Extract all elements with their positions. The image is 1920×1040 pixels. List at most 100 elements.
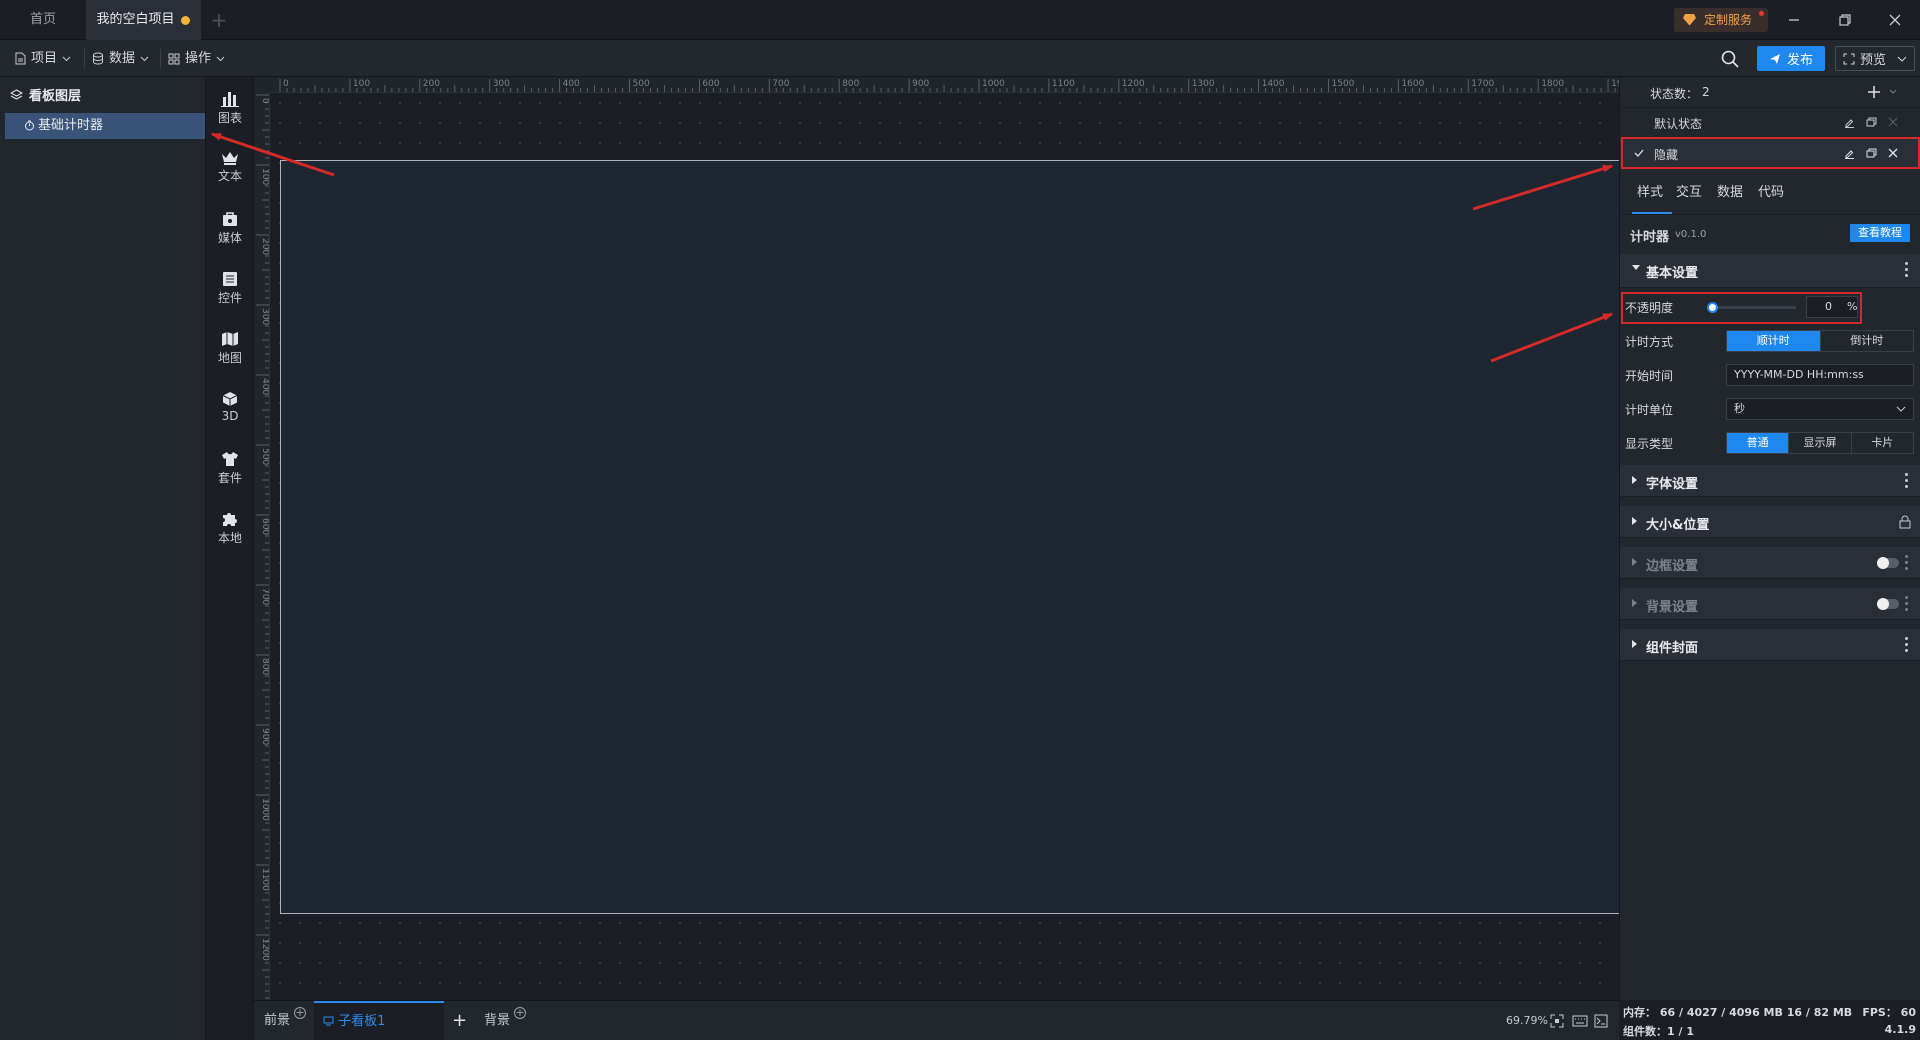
section-border-settings[interactable]: 边框设置 <box>1620 547 1920 579</box>
ruler-label: 1000 <box>982 79 1005 89</box>
add-tab-button[interactable]: + <box>208 0 230 40</box>
more-icon[interactable] <box>1905 473 1909 491</box>
app-version: 4.1.9 <box>1884 1023 1916 1036</box>
fit-screen-icon[interactable] <box>1550 1014 1564 1028</box>
bottom-bar: 前景 + 子看板1 + 背景 + 69.79% <box>254 1000 1619 1040</box>
timing-mode-countdown[interactable]: 倒计时 <box>1821 331 1914 351</box>
minimize-icon[interactable] <box>1782 8 1806 32</box>
add-state-icon[interactable] <box>1868 86 1880 98</box>
component-chart[interactable]: 图表 <box>206 83 254 129</box>
status-bar: 内存： 66 / 4027 / 4096 MB 16 / 82 MB FPS： … <box>1619 1000 1920 1040</box>
state-item-default[interactable]: 默认状态 <box>1620 107 1920 137</box>
canvas-area[interactable]: 0 100 200 300 400 500 600 700 800 900 1000 1100 1200… <box>254 77 1619 1000</box>
component-local[interactable]: 本地 <box>206 503 254 549</box>
tab-background[interactable]: 背景 <box>484 1001 510 1040</box>
ruler-label: 600 <box>702 79 719 89</box>
board-screen[interactable] <box>280 160 1619 914</box>
menu-project[interactable]: 项目 <box>14 40 71 77</box>
title-bar: 首页 我的空白项目 + 定制服务 <box>0 0 1920 40</box>
menu-operate[interactable]: 操作 <box>168 40 225 77</box>
start-time-input[interactable]: YYYY-MM-DD HH:mm:ss <box>1726 364 1914 386</box>
section-component-cover[interactable]: 组件封面 <box>1620 629 1920 661</box>
display-type-normal[interactable]: 普通 <box>1727 433 1790 453</box>
lock-icon[interactable] <box>1899 515 1911 529</box>
preview-button[interactable]: 预览 <box>1835 46 1915 71</box>
component-suite[interactable]: 套件 <box>206 443 254 489</box>
tutorial-button[interactable]: 查看教程 <box>1850 224 1910 242</box>
ruler-label: 1400 <box>1262 79 1285 89</box>
publish-label: 发布 <box>1786 53 1813 68</box>
chevron-down-icon <box>140 56 149 61</box>
preview-label: 预览 <box>1859 53 1886 68</box>
ruler-label: 1000 <box>260 798 270 821</box>
keyboard-icon[interactable] <box>1572 1015 1588 1027</box>
component-controls[interactable]: 控件 <box>206 263 254 309</box>
time-unit-select[interactable]: 秒 <box>1726 398 1914 420</box>
more-icon[interactable] <box>1905 637 1909 655</box>
section-font-settings[interactable]: 字体设置 <box>1620 465 1920 497</box>
display-type-led[interactable]: 显示屏 <box>1789 433 1852 453</box>
section-basic-settings[interactable]: 基本设置 <box>1620 254 1920 288</box>
tab-interaction[interactable]: 交互 <box>1676 181 1702 200</box>
terminal-icon[interactable] <box>1594 1014 1608 1028</box>
ruler-label: 800 <box>260 658 270 675</box>
component-text[interactable]: 文本 <box>206 143 254 189</box>
menu-operate-label: 操作 <box>185 51 212 66</box>
panel-tabs: 样式 交互 数据 代码 <box>1620 181 1920 209</box>
delete-icon <box>1888 117 1898 127</box>
custom-service-button[interactable]: 定制服务 <box>1674 8 1768 32</box>
ruler-label: 500 <box>633 79 650 89</box>
copy-icon[interactable] <box>1866 117 1877 128</box>
diamond-icon <box>1683 14 1696 26</box>
timing-mode-forward[interactable]: 顺计时 <box>1727 331 1821 351</box>
section-font-settings-label: 字体设置 <box>1646 477 1699 492</box>
more-icon[interactable] <box>1905 596 1909 614</box>
background-toggle[interactable] <box>1877 598 1899 610</box>
ruler-label: 500 <box>260 448 270 465</box>
tab-code[interactable]: 代码 <box>1758 181 1784 200</box>
close-icon[interactable] <box>1883 8 1907 32</box>
chevron-down-icon[interactable] <box>1889 89 1897 94</box>
component-media[interactable]: 媒体 <box>206 203 254 249</box>
puzzle-icon <box>223 513 237 526</box>
menu-data[interactable]: 数据 <box>92 40 149 77</box>
publish-button[interactable]: 发布 <box>1757 46 1825 71</box>
component-sidebar: 图表 文本 媒体 控件 地图 3D 套件 本地 <box>206 77 254 1040</box>
more-icon[interactable] <box>1905 262 1909 280</box>
more-icon[interactable] <box>1905 555 1909 573</box>
ruler-label: 800 <box>842 79 859 89</box>
tab-background-label: 背景 <box>484 1013 511 1028</box>
state-default-label: 默认状态 <box>1654 117 1703 131</box>
caret-right-icon <box>1632 599 1637 607</box>
ruler-label: 1500 <box>1332 79 1355 89</box>
restore-icon[interactable] <box>1833 8 1857 32</box>
edit-icon[interactable] <box>1844 117 1855 128</box>
tab-style[interactable]: 样式 <box>1637 181 1663 200</box>
search-icon[interactable] <box>1720 49 1740 69</box>
section-size-position[interactable]: 大小&位置 <box>1620 506 1920 538</box>
state-count-label: 状态数： <box>1650 87 1699 101</box>
component-3d[interactable]: 3D <box>206 383 254 429</box>
ruler-label: 1900 <box>1611 79 1619 89</box>
component-map[interactable]: 地图 <box>206 323 254 369</box>
ruler-label: 1600 <box>1401 79 1424 89</box>
tab-home[interactable]: 首页 <box>0 0 86 40</box>
ruler-label: 700 <box>260 588 270 605</box>
ruler-label: 100 <box>260 168 270 185</box>
add-foreground-icon[interactable]: + <box>294 1007 306 1019</box>
tab-data[interactable]: 数据 <box>1717 181 1743 200</box>
component-text-label: 文本 <box>217 169 242 183</box>
section-background-settings-label: 背景设置 <box>1646 600 1699 615</box>
layer-item[interactable]: 基础计时器 <box>5 113 205 139</box>
section-background-settings[interactable]: 背景设置 <box>1620 588 1920 620</box>
border-toggle[interactable] <box>1877 557 1899 569</box>
component-map-label: 地图 <box>217 351 242 365</box>
zoom-level[interactable]: 69.79% <box>1506 1014 1548 1027</box>
tab-foreground[interactable]: 前景 <box>264 1001 290 1040</box>
add-background-icon[interactable]: + <box>514 1007 526 1019</box>
tab-sub-board-label: 子看板1 <box>338 1014 386 1029</box>
tab-sub-board[interactable]: 子看板1 <box>314 1001 444 1040</box>
display-type-card[interactable]: 卡片 <box>1852 433 1913 453</box>
ruler-left: 0 100 200 300 400 500 600 700 800 900 1000 1100 1200 <box>254 93 270 1000</box>
add-board-button[interactable]: + <box>452 1001 467 1040</box>
